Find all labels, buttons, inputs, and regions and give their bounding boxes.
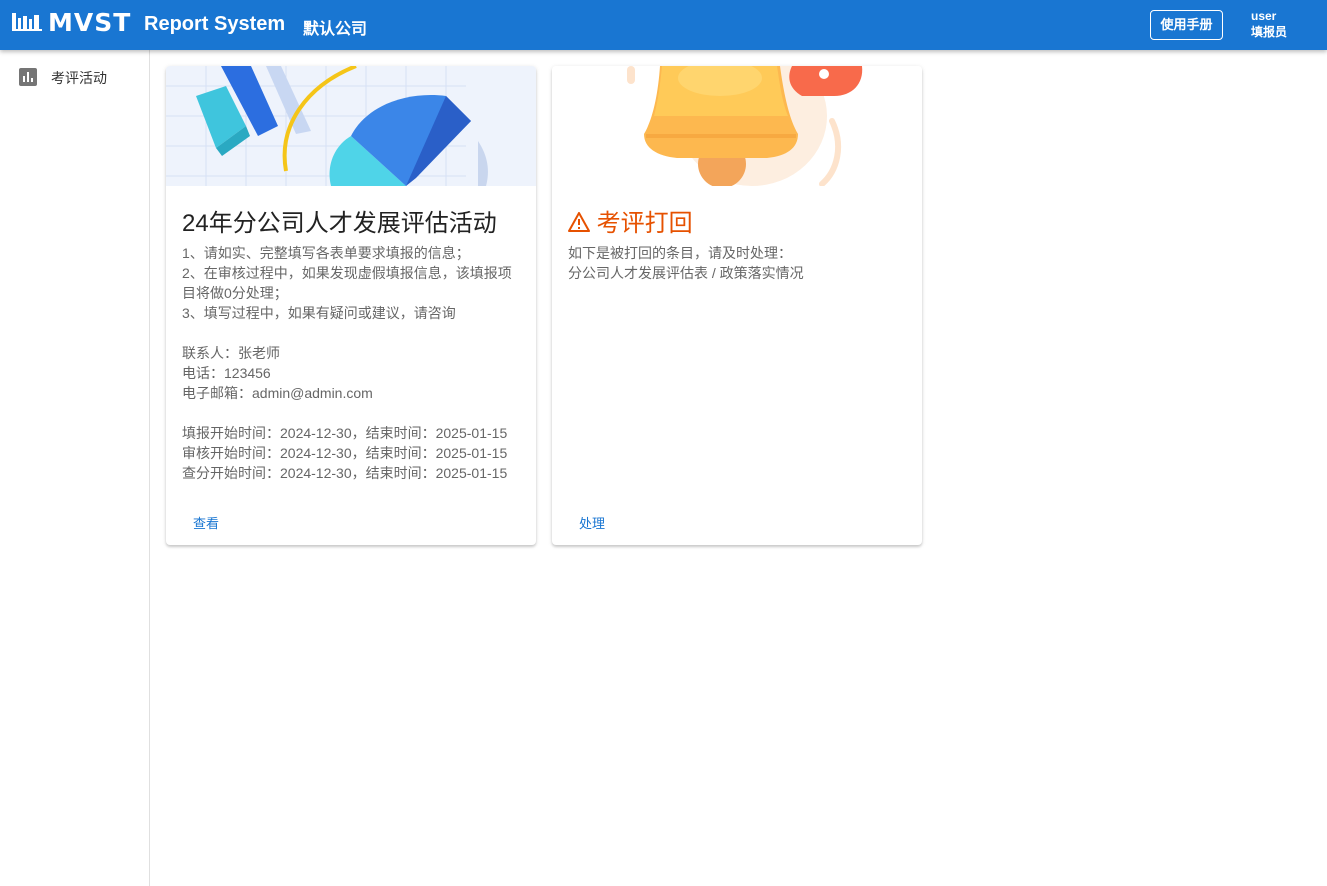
user-info[interactable]: user 填报员	[1251, 8, 1287, 40]
user-manual-button[interactable]: 使用手册	[1150, 10, 1223, 40]
user-name: user	[1251, 9, 1277, 23]
logo-books-icon	[12, 13, 42, 31]
bar-chart-icon	[19, 68, 37, 86]
rejection-description: 如下是被打回的条目，请及时处理： 分公司人才发展评估表 / 政策落实情况	[568, 243, 908, 283]
card-illustration-bell	[552, 66, 922, 186]
company-name: 默认公司	[303, 21, 368, 38]
card-illustration-chart	[166, 66, 536, 186]
logo-text: MVST	[48, 8, 132, 37]
instruction-line: 3、填写过程中，如果有疑问或建议，请咨询	[182, 305, 456, 321]
rejection-title-text: 考评打回	[596, 210, 693, 237]
sidebar-item-evaluation-activity[interactable]: 考评活动	[0, 60, 149, 92]
view-button[interactable]: 查看	[193, 513, 219, 532]
user-role: 填报员	[1251, 25, 1288, 39]
activity-card: 24年分公司人才发展评估活动 1、请如实、完整填写各表单要求填报的信息； 2、在…	[166, 66, 536, 545]
contact-person: 联系人：张老师	[182, 345, 280, 361]
rejection-notice: 如下是被打回的条目，请及时处理：	[568, 245, 792, 261]
instruction-line: 1、请如实、完整填写各表单要求填报的信息；	[182, 245, 470, 261]
app-title: Report System	[144, 13, 286, 35]
activity-title: 24年分公司人才发展评估活动	[182, 210, 497, 237]
instruction-line: 2、在审核过程中，如果发现虚假填报信息，该填报项目将做0分处理；	[182, 265, 512, 301]
contact-phone: 电话：123456	[182, 365, 271, 381]
score-schedule: 查分开始时间：2024-12-30，结束时间：2025-01-15	[182, 465, 508, 481]
sidebar: 考评活动	[0, 50, 150, 886]
contact-email: 电子邮箱：admin@admin.com	[182, 385, 373, 401]
review-schedule: 审核开始时间：2024-12-30，结束时间：2025-01-15	[182, 445, 508, 461]
warning-icon	[568, 212, 590, 232]
fill-schedule: 填报开始时间：2024-12-30，结束时间：2025-01-15	[182, 425, 508, 441]
activity-description: 1、请如实、完整填写各表单要求填报的信息； 2、在审核过程中，如果发现虚假填报信…	[182, 243, 522, 483]
process-button[interactable]: 处理	[579, 513, 605, 532]
rejection-title: 考评打回	[568, 203, 693, 238]
sidebar-item-label: 考评活动	[51, 70, 107, 86]
rejected-item: 分公司人才发展评估表 / 政策落实情况	[568, 265, 804, 281]
top-app-bar: MVST Report System 默认公司 使用手册 user 填报员	[0, 0, 1327, 50]
rejection-card: 考评打回 如下是被打回的条目，请及时处理： 分公司人才发展评估表 / 政策落实情…	[552, 66, 922, 545]
